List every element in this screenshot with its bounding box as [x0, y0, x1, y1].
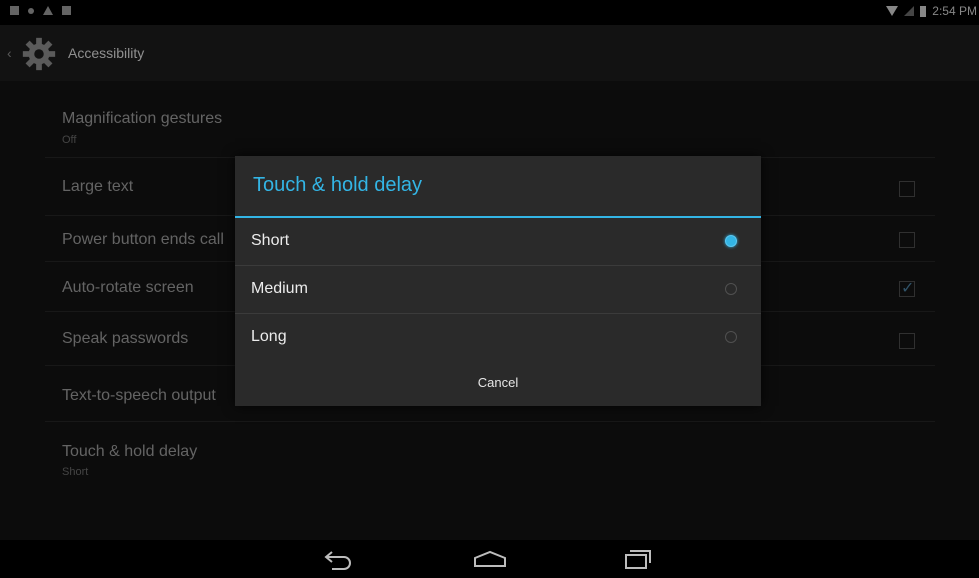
recent-apps-icon[interactable]: [623, 548, 653, 570]
option-label: Long: [251, 328, 287, 345]
cancel-button[interactable]: Cancel: [235, 360, 761, 406]
option-label: Short: [251, 232, 290, 249]
dialog-title: Touch & hold delay: [253, 174, 423, 196]
option-label: Medium: [251, 280, 308, 297]
radio-unselected-icon[interactable]: [725, 331, 737, 343]
back-icon[interactable]: [322, 548, 354, 570]
option-medium[interactable]: Medium: [235, 266, 761, 314]
navigation-bar: [0, 540, 979, 578]
option-short[interactable]: Short: [235, 218, 761, 266]
home-icon[interactable]: [472, 550, 508, 568]
option-long[interactable]: Long: [235, 314, 761, 362]
radio-unselected-icon[interactable]: [725, 283, 737, 295]
radio-selected-icon[interactable]: [725, 235, 737, 247]
touch-hold-delay-dialog: Touch & hold delay Short Medium Long Can…: [235, 156, 761, 406]
